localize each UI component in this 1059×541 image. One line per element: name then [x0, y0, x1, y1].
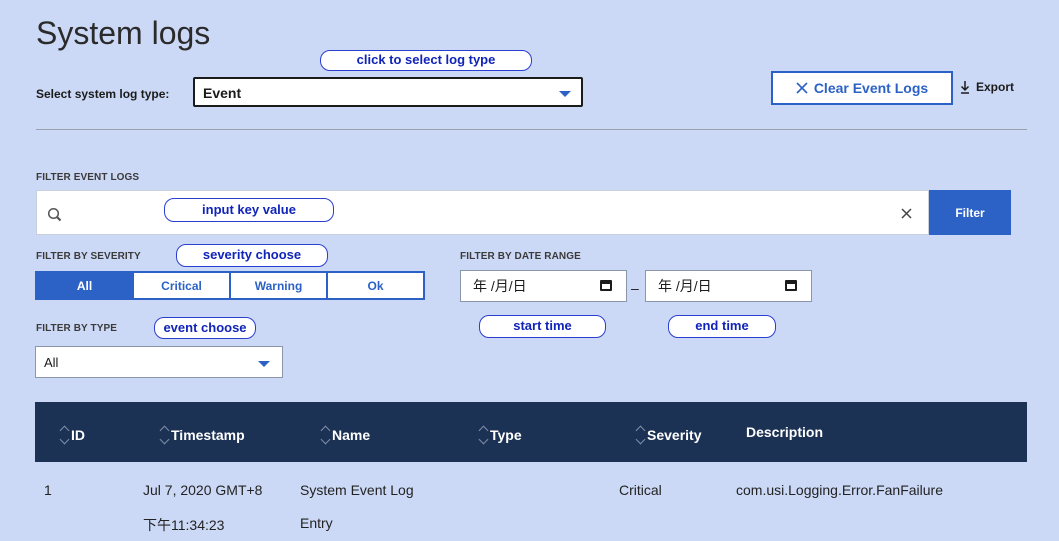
end-date-value: 年 /月/日 [658, 278, 712, 294]
clear-event-logs-label: Clear Event Logs [813, 80, 929, 96]
calendar-icon[interactable] [785, 280, 797, 291]
column-header-description: Description [746, 424, 823, 440]
date-range-separator: – [631, 280, 639, 296]
clear-event-logs-button[interactable]: Clear Event Logs [771, 71, 953, 105]
start-date-input[interactable]: 年 /月/日 [460, 270, 627, 302]
annotation-log-type: click to select log type [320, 50, 532, 71]
column-label: Type [490, 427, 522, 443]
download-icon [960, 81, 970, 94]
log-type-select[interactable]: Event [193, 77, 583, 107]
severity-critical-button[interactable]: Critical [132, 271, 231, 300]
cell-name-continued: Entry [300, 515, 333, 531]
annotation-severity: severity choose [176, 244, 328, 267]
log-type-label: Select system log type: [36, 87, 170, 101]
filter-event-logs-label: FILTER EVENT LOGS [36, 172, 140, 183]
filter-type-label: FILTER BY TYPE [36, 323, 118, 334]
cell-name: System Event Log [300, 482, 414, 498]
table-header: ID Timestamp Name Type Severity Descript… [35, 402, 1027, 462]
annotation-end-time: end time [668, 315, 776, 338]
divider [36, 129, 1027, 130]
filter-severity-label: FILTER BY SEVERITY [36, 251, 141, 262]
annotation-search: input key value [164, 198, 334, 222]
column-label: Description [746, 424, 824, 440]
column-header-type[interactable]: Type [479, 424, 522, 446]
close-icon [796, 82, 808, 94]
column-header-timestamp[interactable]: Timestamp [160, 424, 245, 446]
type-select-value: All [44, 355, 59, 370]
column-label: Severity [647, 427, 702, 443]
severity-ok-button[interactable]: Ok [326, 271, 425, 300]
cell-timestamp-time: 下午11:34:23 [143, 517, 225, 533]
end-date-input[interactable]: 年 /月/日 [645, 270, 812, 302]
annotation-start-time: start time [479, 315, 606, 338]
type-select[interactable]: All [35, 346, 283, 378]
cell-description: com.usi.Logging.Error.FanFailure [736, 482, 943, 498]
chevron-down-icon [258, 361, 270, 367]
cell-severity: Critical [619, 482, 662, 498]
severity-button-group: All Critical Warning Ok [35, 271, 425, 300]
severity-all-button[interactable]: All [35, 271, 134, 300]
sort-icon[interactable] [160, 424, 170, 446]
column-header-severity[interactable]: Severity [636, 424, 701, 446]
log-type-value: Event [203, 85, 242, 101]
column-label: Name [332, 427, 371, 443]
export-label: Export [976, 80, 1015, 94]
calendar-icon[interactable] [600, 280, 612, 291]
sort-icon[interactable] [479, 424, 489, 446]
page-title: System logs [36, 15, 211, 51]
annotation-type: event choose [154, 317, 256, 339]
start-date-value: 年 /月/日 [473, 278, 527, 294]
search-icon [47, 207, 62, 222]
sort-icon[interactable] [321, 424, 331, 446]
export-button[interactable]: Export [960, 80, 1014, 94]
sort-icon[interactable] [60, 424, 70, 446]
column-header-id[interactable]: ID [60, 424, 85, 446]
filter-button[interactable]: Filter [929, 190, 1011, 235]
chevron-down-icon [559, 91, 571, 97]
cell-id: 1 [44, 482, 52, 498]
sort-icon[interactable] [636, 424, 646, 446]
clear-search-icon[interactable] [901, 208, 912, 219]
filter-date-range-label: FILTER BY DATE RANGE [460, 251, 581, 262]
severity-warning-button[interactable]: Warning [229, 271, 328, 300]
cell-timestamp-date: Jul 7, 2020 GMT+8 [143, 482, 263, 498]
column-label: Timestamp [171, 427, 245, 443]
column-label: ID [71, 427, 85, 443]
column-header-name[interactable]: Name [321, 424, 370, 446]
